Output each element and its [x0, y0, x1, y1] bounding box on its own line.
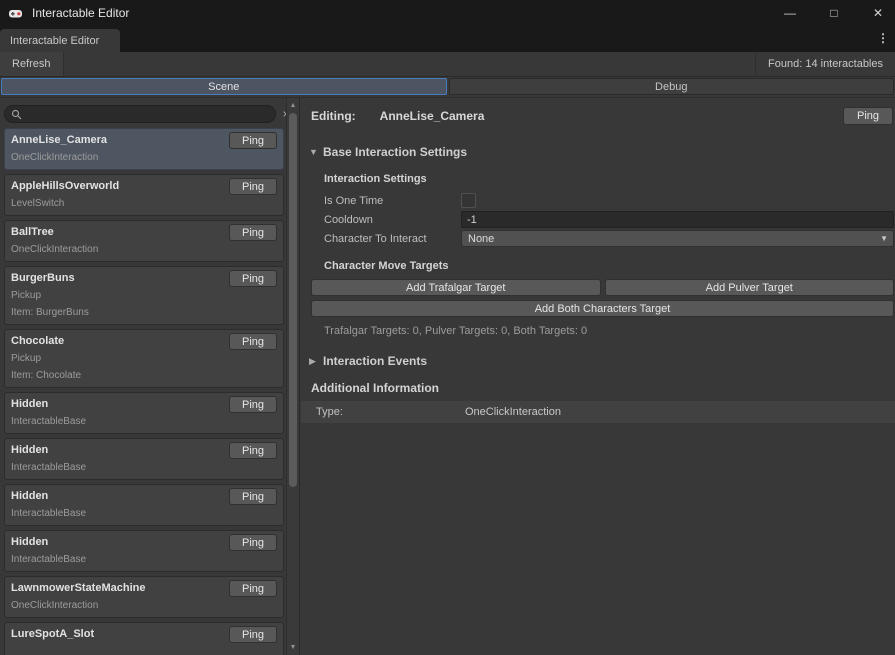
- item-detail: Item: BurgerBuns: [11, 304, 277, 321]
- item-type: Pickup: [11, 350, 277, 367]
- ping-selected-button[interactable]: Ping: [843, 107, 893, 125]
- tab-scene[interactable]: Scene: [1, 78, 447, 95]
- search-input[interactable]: [26, 108, 269, 120]
- chevron-down-icon: ▼: [880, 234, 888, 243]
- ping-button[interactable]: Ping: [229, 333, 277, 350]
- scroll-down-icon[interactable]: ▼: [287, 644, 299, 651]
- item-type: InteractableBase: [11, 459, 277, 476]
- additional-info-header: Additional Information: [311, 381, 895, 395]
- ping-button[interactable]: Ping: [229, 132, 277, 149]
- is-one-time-label: Is One Time: [324, 195, 461, 207]
- foldout-collapsed-icon: ▶: [309, 356, 323, 367]
- interaction-events-foldout[interactable]: ▶ Interaction Events: [309, 353, 895, 369]
- ping-button[interactable]: Ping: [229, 396, 277, 413]
- character-to-interact-dropdown[interactable]: None ▼: [461, 230, 894, 247]
- item-type: InteractableBase: [11, 505, 277, 522]
- item-type: OneClickInteraction: [11, 149, 277, 166]
- foldout-open-icon: ▼: [309, 147, 323, 157]
- ping-button[interactable]: Ping: [229, 224, 277, 241]
- list-item[interactable]: LureSpotA_Slot Ping: [4, 622, 284, 655]
- list-item[interactable]: Hidden InteractableBase Ping: [4, 530, 284, 572]
- window-menu-icon[interactable]: ⋮: [875, 31, 891, 47]
- interactable-list: AnneLise_Camera OneClickInteraction Ping…: [4, 128, 284, 655]
- ping-button[interactable]: Ping: [229, 626, 277, 643]
- editing-value: AnneLise_Camera: [380, 109, 485, 123]
- list-item[interactable]: AnneLise_Camera OneClickInteraction Ping: [4, 128, 284, 170]
- ping-button[interactable]: Ping: [229, 580, 277, 597]
- maximize-icon[interactable]: □: [819, 0, 849, 26]
- editing-label: Editing:: [311, 109, 356, 123]
- list-item[interactable]: BurgerBuns Pickup Item: BurgerBuns Ping: [4, 266, 284, 325]
- cooldown-row: Cooldown: [311, 210, 894, 229]
- window-title: Interactable Editor: [32, 6, 129, 20]
- inspector-panel: Editing: AnneLise_Camera Ping ▼ Base Int…: [301, 98, 895, 655]
- ping-button[interactable]: Ping: [229, 534, 277, 551]
- found-count-label: Found: 14 interactables: [755, 52, 895, 76]
- move-targets-header: Character Move Targets: [311, 260, 894, 273]
- list-item[interactable]: Hidden InteractableBase Ping: [4, 392, 284, 434]
- type-label: Type:: [316, 406, 465, 418]
- item-type: Pickup: [11, 287, 277, 304]
- character-to-interact-label: Character To Interact: [324, 233, 461, 245]
- targets-summary: Trafalgar Targets: 0, Pulver Targets: 0,…: [311, 325, 894, 338]
- list-item[interactable]: Chocolate Pickup Item: Chocolate Ping: [4, 329, 284, 388]
- ping-button[interactable]: Ping: [229, 442, 277, 459]
- scrollbar-thumb[interactable]: [289, 113, 297, 487]
- window-body: × AnneLise_Camera OneClickInteraction Pi…: [0, 98, 895, 655]
- document-tab-bar: Interactable Editor ⋮: [0, 26, 895, 52]
- base-settings-section: Interaction Settings Is One Time Cooldow…: [311, 173, 894, 338]
- window-icon: [8, 6, 23, 21]
- title-bar: Interactable Editor — □ ✕: [0, 0, 895, 26]
- item-type: OneClickInteraction: [11, 597, 277, 614]
- dropdown-value: None: [468, 233, 494, 245]
- item-detail: Item: Chocolate: [11, 367, 277, 384]
- tab-debug[interactable]: Debug: [449, 78, 895, 95]
- list-item[interactable]: LawnmowerStateMachine OneClickInteractio…: [4, 576, 284, 618]
- close-icon[interactable]: ✕: [863, 0, 893, 26]
- item-type: InteractableBase: [11, 413, 277, 430]
- type-row: Type: OneClickInteraction: [301, 401, 895, 423]
- search-icon: [11, 109, 22, 120]
- cooldown-field[interactable]: [461, 211, 894, 228]
- search-row: [4, 105, 276, 123]
- add-target-button-row: Add Trafalgar Target Add Pulver Target: [311, 279, 894, 296]
- item-type: InteractableBase: [11, 551, 277, 568]
- is-one-time-checkbox[interactable]: [461, 193, 476, 208]
- add-trafalgar-target-button[interactable]: Add Trafalgar Target: [311, 279, 601, 296]
- scene-list-panel: × AnneLise_Camera OneClickInteraction Pi…: [0, 98, 300, 655]
- window-controls: — □ ✕: [761, 0, 893, 26]
- is-one-time-row: Is One Time: [311, 191, 894, 210]
- interaction-settings-header: Interaction Settings: [311, 173, 894, 186]
- list-item[interactable]: AppleHillsOverworld LevelSwitch Ping: [4, 174, 284, 216]
- tab-interactable-editor[interactable]: Interactable Editor: [0, 29, 120, 52]
- cooldown-label: Cooldown: [324, 214, 461, 226]
- add-both-characters-target-button[interactable]: Add Both Characters Target: [311, 300, 894, 317]
- refresh-button[interactable]: Refresh: [0, 52, 64, 76]
- editing-header: Editing: AnneLise_Camera Ping: [311, 107, 893, 125]
- list-item[interactable]: Hidden InteractableBase Ping: [4, 438, 284, 480]
- toolbar: Refresh Found: 14 interactables: [0, 52, 895, 77]
- type-value: OneClickInteraction: [465, 406, 561, 418]
- search-field[interactable]: [4, 105, 276, 123]
- item-type: OneClickInteraction: [11, 241, 277, 258]
- scroll-up-icon[interactable]: ▲: [287, 102, 299, 109]
- add-pulver-target-button[interactable]: Add Pulver Target: [605, 279, 895, 296]
- minimize-icon[interactable]: —: [775, 0, 805, 26]
- item-type: LevelSwitch: [11, 195, 277, 212]
- character-to-interact-row: Character To Interact None ▼: [311, 229, 894, 248]
- ping-button[interactable]: Ping: [229, 270, 277, 287]
- foldout-label: Interaction Events: [323, 354, 427, 368]
- base-settings-foldout[interactable]: ▼ Base Interaction Settings: [309, 144, 895, 160]
- ping-button[interactable]: Ping: [229, 178, 277, 195]
- list-scrollbar[interactable]: ▲ ▼: [286, 98, 299, 655]
- view-tabs: Scene Debug: [0, 77, 895, 98]
- foldout-label: Base Interaction Settings: [323, 145, 467, 159]
- ping-button[interactable]: Ping: [229, 488, 277, 505]
- list-item[interactable]: BallTree OneClickInteraction Ping: [4, 220, 284, 262]
- list-item[interactable]: Hidden InteractableBase Ping: [4, 484, 284, 526]
